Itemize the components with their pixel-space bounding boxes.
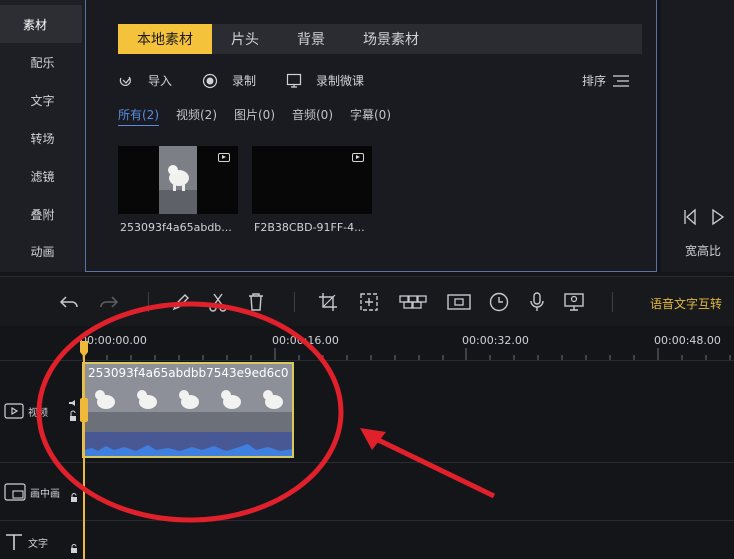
track-audio-lock-icons[interactable] bbox=[68, 399, 78, 423]
screen-record-icon bbox=[286, 73, 302, 88]
filter-audio[interactable]: 音频(0) bbox=[292, 106, 333, 126]
ruler-time-label: 00:00:16.00 bbox=[272, 334, 339, 347]
filter-subtitle[interactable]: 字幕(0) bbox=[350, 106, 391, 126]
sort-list-icon bbox=[613, 74, 629, 87]
scissors-icon[interactable] bbox=[207, 291, 229, 313]
nav-label: 叠附 bbox=[30, 207, 55, 222]
nav-label: 素材 bbox=[22, 17, 47, 32]
media-thumbnail[interactable] bbox=[118, 146, 238, 214]
video-badge-icon bbox=[218, 153, 230, 162]
mosaic-grid-icon[interactable] bbox=[398, 291, 428, 313]
video-track-header: 视频 bbox=[4, 403, 48, 419]
lock-icon[interactable] bbox=[69, 544, 79, 554]
clip-name: 253093f4a65abdbb7543e9ed6c0 bbox=[88, 366, 289, 380]
nav-item-music[interactable]: 配乐 bbox=[0, 43, 85, 81]
playhead[interactable] bbox=[83, 342, 85, 559]
nav-label: 滤镜 bbox=[30, 169, 55, 184]
nav-label: 文字 bbox=[30, 93, 55, 108]
screen-capture-icon[interactable] bbox=[563, 291, 585, 313]
filter-video[interactable]: 视频(2) bbox=[176, 106, 217, 126]
lock-icon[interactable] bbox=[69, 493, 79, 503]
media-filename: 253093f4a65abdb... bbox=[120, 221, 232, 234]
media-filters: 所有(2) 视频(2) 图片(0) 音频(0) 字幕(0) bbox=[118, 106, 408, 126]
text-track-label: 文字 bbox=[28, 538, 48, 550]
media-tabs: 本地素材 片头 背景 场景素材 bbox=[118, 24, 642, 54]
speech-to-text-button[interactable]: 语音文字互转 bbox=[650, 295, 722, 312]
video-track-icon bbox=[4, 403, 24, 419]
audio-waveform-image bbox=[84, 432, 292, 456]
pip-track-icon bbox=[4, 483, 26, 501]
tab-scene-materials[interactable]: 场景素材 bbox=[344, 24, 438, 54]
pip-track[interactable]: 画中画 bbox=[0, 462, 734, 520]
clock-duration-icon[interactable] bbox=[488, 291, 510, 313]
left-nav: 素材 配乐 文字 转场 滤镜 叠附 动画 bbox=[0, 0, 85, 272]
record-micro-button[interactable]: 录制微课 bbox=[286, 72, 364, 89]
media-tools: 导入 录制 录制微课 排序 bbox=[118, 72, 642, 92]
nav-label: 配乐 bbox=[30, 55, 55, 70]
video-badge-icon bbox=[352, 153, 364, 162]
timeline-toolbar: 语音文字互转 bbox=[0, 276, 734, 326]
timeline-ruler[interactable]: 00:00:00.00 00:00:16.00 00:00:32.00 00:0… bbox=[0, 326, 734, 360]
prev-frame-icon[interactable] bbox=[686, 208, 696, 226]
toolbar-divider bbox=[148, 292, 149, 312]
pip-track-header: 画中画 bbox=[4, 483, 60, 501]
media-filename: F2B38CBD-91FF-4... bbox=[254, 221, 365, 234]
trash-icon[interactable] bbox=[245, 291, 267, 313]
import-icon bbox=[119, 76, 131, 86]
ruler-time-label: 00:00:32.00 bbox=[462, 334, 529, 347]
nav-item-materials[interactable]: 素材 bbox=[0, 5, 82, 43]
ruler-time-label: 00:00:00.00 bbox=[80, 334, 147, 347]
redo-icon[interactable] bbox=[98, 291, 120, 313]
playhead-handle[interactable] bbox=[79, 340, 89, 358]
toolbar-divider bbox=[294, 292, 295, 312]
zoom-frame-icon[interactable] bbox=[358, 291, 380, 313]
preview-panel: 宽高比 bbox=[661, 0, 734, 272]
video-clip[interactable]: 253093f4a65abdbb7543e9ed6c0 bbox=[82, 362, 294, 458]
ruler-time-label: 00:00:48.00 bbox=[654, 334, 721, 347]
playback-controls bbox=[684, 208, 725, 226]
nav-label: 转场 bbox=[30, 131, 55, 146]
media-panel: 本地素材 片头 背景 场景素材 导入 录制 录制微课 排序 所有(2) 视频(2… bbox=[85, 0, 657, 272]
tab-background[interactable]: 背景 bbox=[278, 24, 344, 54]
import-button[interactable]: 导入 bbox=[118, 72, 172, 89]
microphone-icon[interactable] bbox=[526, 291, 548, 313]
freeze-frame-icon[interactable] bbox=[446, 291, 472, 313]
nav-label: 动画 bbox=[30, 244, 55, 259]
play-icon[interactable] bbox=[712, 208, 725, 226]
import-label: 导入 bbox=[148, 74, 173, 88]
filter-image[interactable]: 图片(0) bbox=[234, 106, 275, 126]
text-track-icon bbox=[6, 534, 22, 550]
pen-edit-icon[interactable] bbox=[170, 291, 192, 313]
text-track-header: 文字 bbox=[4, 533, 48, 551]
video-track-label: 视频 bbox=[28, 407, 48, 419]
tab-intro[interactable]: 片头 bbox=[212, 24, 278, 54]
nav-item-overlay[interactable]: 叠附 bbox=[0, 195, 85, 233]
tab-local-materials[interactable]: 本地素材 bbox=[118, 24, 212, 54]
nav-item-text[interactable]: 文字 bbox=[0, 81, 85, 119]
sort-label: 排序 bbox=[581, 74, 606, 88]
toolbar-divider bbox=[612, 292, 613, 312]
nav-item-transition[interactable]: 转场 bbox=[0, 119, 85, 157]
text-track[interactable]: 文字 bbox=[0, 520, 734, 559]
record-button[interactable]: 录制 bbox=[202, 72, 256, 89]
aspect-ratio-button[interactable]: 宽高比 bbox=[685, 242, 721, 259]
undo-icon[interactable] bbox=[58, 291, 80, 313]
filter-all[interactable]: 所有(2) bbox=[118, 106, 159, 126]
pip-track-label: 画中画 bbox=[30, 488, 60, 500]
record-label: 录制 bbox=[232, 74, 257, 88]
record-icon bbox=[202, 73, 218, 88]
nav-item-filter[interactable]: 滤镜 bbox=[0, 157, 85, 195]
crop-icon[interactable] bbox=[317, 291, 339, 313]
clip-trim-handle[interactable] bbox=[79, 398, 89, 422]
media-thumbnail[interactable] bbox=[252, 146, 372, 214]
nav-item-animation[interactable]: 动画 bbox=[0, 232, 85, 270]
dog-photo-image bbox=[159, 146, 197, 214]
record-micro-label: 录制微课 bbox=[316, 74, 365, 88]
video-editor-window: 素材 配乐 文字 转场 滤镜 叠附 动画 本地素材 片头 背景 场景素材 导入 … bbox=[0, 0, 734, 559]
sort-button[interactable]: 排序 bbox=[582, 72, 630, 89]
